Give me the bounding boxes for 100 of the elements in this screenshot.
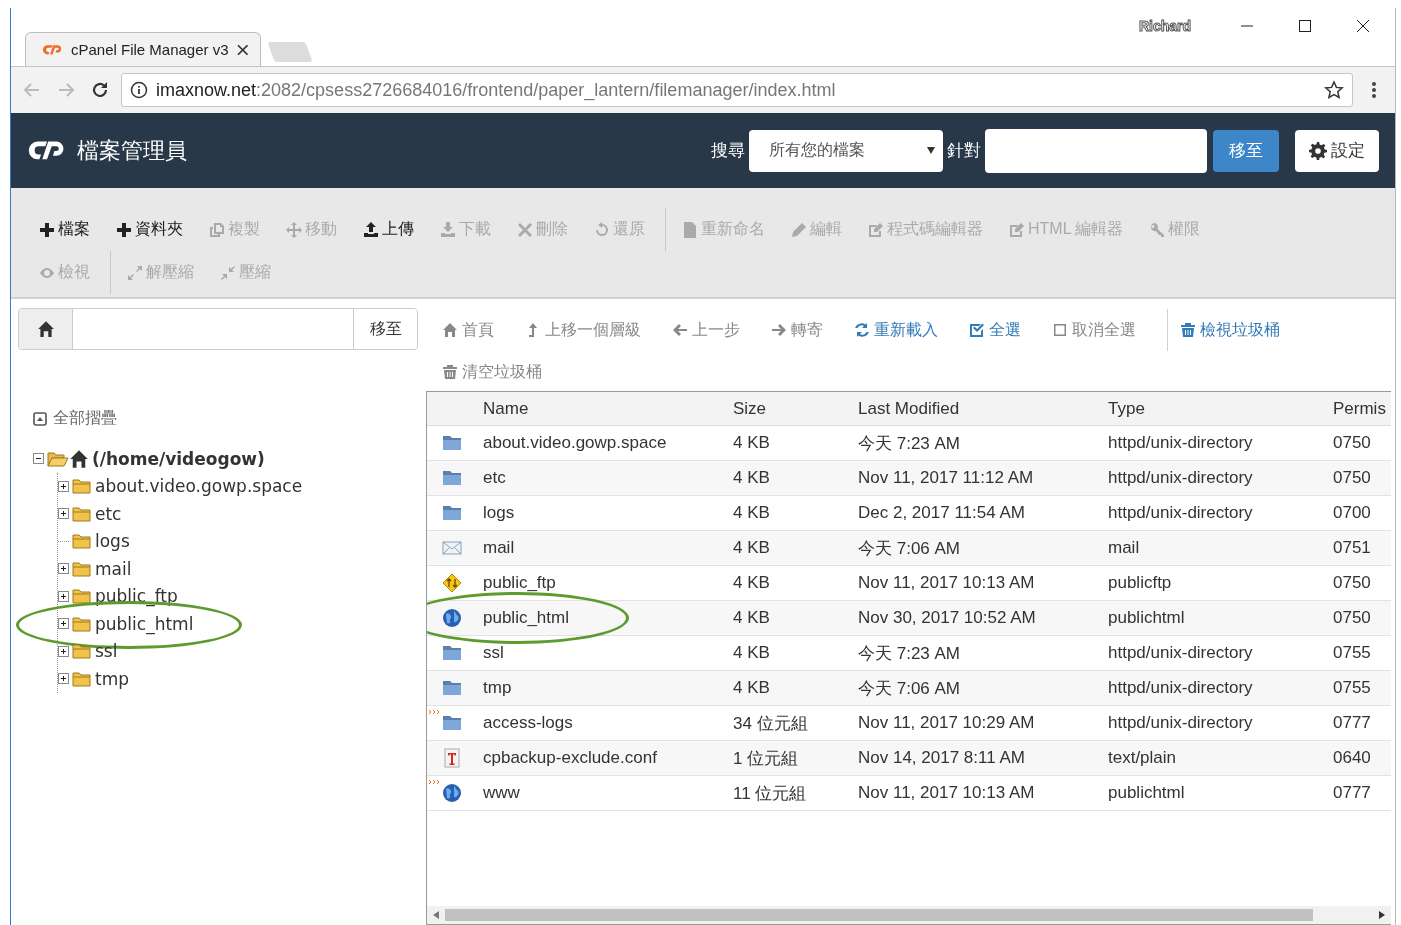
file-name[interactable]: tmp [483,678,733,698]
table-cell-text: 0700 [1333,503,1372,523]
file-row[interactable]: tmp 4 KB 今天 7:06 AM httpd/unix-directory 0755 [427,671,1391,706]
star-icon[interactable] [1324,80,1344,100]
file-row[interactable]: etc 4 KB Nov 11, 2017 11:12 AM httpd/unix-directory 0750 [427,461,1391,496]
empty-box-icon [1052,322,1068,338]
nav-link[interactable]: 重新載入 [854,319,938,341]
undo-icon [594,221,610,238]
edit-icon [868,221,884,238]
file-name[interactable]: www [483,783,733,803]
settings-icon [1309,141,1327,160]
file-row[interactable]: public_html 4 KB Nov 30, 2017 10:52 AM publichtml 0750 [427,601,1391,636]
table-cell-text: 今天 7:23 AM [858,642,962,665]
table-cell-text: 0750 [1333,433,1372,453]
info-icon [130,81,148,99]
scroll-right-icon[interactable] [1379,911,1385,919]
table-cell-text: 今天 7:06 AM [858,677,962,700]
trash-icon [442,364,458,380]
horizontal-scrollbar[interactable] [427,906,1391,924]
expand-toggle-icon[interactable] [58,563,69,575]
toolbar-button[interactable]: 上傳 [357,219,420,240]
search-field[interactable] [985,128,1207,173]
expand-toggle-icon[interactable] [58,590,69,602]
refresh-icon [854,322,870,338]
column-header[interactable]: Size [733,398,858,419]
close-icon[interactable] [236,43,248,56]
file-row[interactable]: cpbackup-exclude.conf 1 位元組 Nov 14, 2017 8:11 AM text/plain 0640 [427,741,1391,776]
folder-icon [72,533,92,550]
expand-toggle-icon[interactable] [58,673,69,685]
address-field[interactable]: imaxnow.net:2082/cpsess2726684016/frontend/paper_lantern/filemanager/index.html [121,73,1353,107]
plus-icon [39,221,55,238]
table-cell-text: Nov 11, 2017 10:29 AM [858,713,1036,733]
file-name[interactable]: public_ftp [483,573,733,593]
table-cell-text: Nov 11, 2017 11:12 AM [858,468,1035,488]
file-name[interactable]: etc [483,468,733,488]
file-name[interactable]: access-logs [483,713,733,733]
table-cell-text: Nov 30, 2017 10:52 AM [858,608,1037,628]
folder-icon [72,615,92,632]
table-cell-text: text/plain [1108,748,1178,768]
folder-icon [441,468,463,488]
edit-icon [1009,221,1025,238]
folder-icon [441,678,463,698]
table-cell-text: 0751 [1333,538,1372,558]
file-name[interactable]: logs [483,503,733,523]
column-header[interactable]: Type [1108,398,1333,419]
collapse-all-link[interactable]: 全部摺疊 [33,408,426,429]
tree-item[interactable]: public_ftp [95,586,178,607]
file-icon [682,221,698,238]
folder-icon [441,433,463,453]
tree-item[interactable]: (/home/videogow) [92,448,265,469]
collapse-icon [33,411,47,426]
file-name[interactable]: mail [483,538,733,558]
tab-title: cPanel File Manager v3 [70,41,229,58]
expand-toggle-icon[interactable] [58,645,69,657]
browser-tab[interactable]: cPanel File Manager v3 [25,32,261,66]
plus-icon [116,221,132,238]
tree-item[interactable]: etc [95,503,122,524]
folder-icon [72,588,92,605]
column-header[interactable]: Permis [1333,398,1391,419]
column-header[interactable]: Last Modified [858,398,1108,419]
file-name[interactable]: ssl [483,643,733,663]
nav-link[interactable]: 檢視垃圾桶 [1180,319,1280,341]
table-cell-text: 4 KB [733,608,771,628]
table-cell-text: 0777 [1333,783,1372,803]
tree-item[interactable]: mail [95,558,132,579]
text-file-icon [441,748,463,768]
home-icon [442,322,458,338]
pencil-icon [791,221,807,238]
table-cell-text: 4 KB [733,643,771,663]
file-name[interactable]: about.video.gowp.space [483,433,733,453]
toolbar-button[interactable]: 資料夾 [110,219,189,240]
file-name[interactable]: public_html [483,608,733,628]
column-header[interactable]: Name [483,398,733,419]
diamond-arrows-icon [441,573,463,593]
table-cell-text: 4 KB [733,433,771,453]
app-title: 檔案管理員 [77,136,187,165]
expand-toggle-icon[interactable] [58,618,69,630]
table-cell-text: 0755 [1333,643,1372,663]
url-text: imaxnow.net:2082/cpsess2726684016/frontend/paper_lantern/filemanager/index.html [156,79,837,101]
upload-icon [363,221,379,238]
settings-button[interactable]: 設定 [1295,129,1379,172]
nav-link[interactable]: 全選 [969,319,1021,341]
scroll-left-icon[interactable] [433,911,439,919]
expand-toggle-icon[interactable] [58,480,69,492]
file-name[interactable]: cpbackup-exclude.conf [483,748,733,768]
expand-toggle-icon[interactable] [58,508,69,520]
table-cell-text: 4 KB [733,678,771,698]
tree-item[interactable]: tmp [95,668,130,689]
trash-icon [1180,322,1196,338]
tree-item[interactable]: about.video.gowp.space [95,476,303,497]
search-scope-dropdown[interactable]: 所有您的檔案 [749,129,943,172]
tree-item[interactable]: logs [95,531,130,552]
go-button[interactable]: 移至 [1213,129,1279,172]
table-cell-text: httpd/unix-directory [1108,503,1254,523]
collapse-toggle-icon[interactable] [33,453,44,465]
table-cell-text: publichtml [1108,608,1186,628]
file-row[interactable]: mail 4 KB 今天 7:06 AM mail 0751 [427,531,1391,566]
tree-item[interactable]: public_html [95,613,194,634]
toolbar-button[interactable]: 檔案 [33,219,96,240]
cpanel-logo [42,42,63,57]
